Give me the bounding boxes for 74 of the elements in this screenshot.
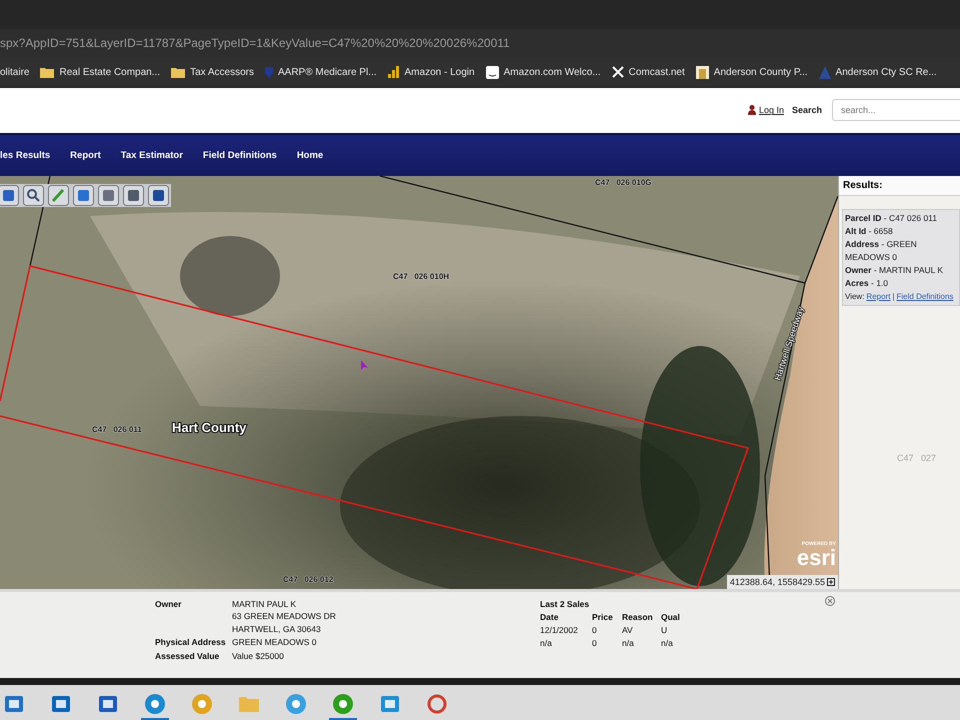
table-cell-text: n/a — [540, 636, 553, 650]
folder-icon — [40, 66, 54, 78]
column-header: Reason — [622, 610, 654, 624]
cursor-icon — [361, 360, 368, 370]
result-field: Alt Id - 6658 — [845, 224, 957, 238]
table-cell-text: AV — [622, 624, 634, 636]
table-cell-text: 12/1/2002 — [540, 624, 579, 636]
field-label: Physical Address — [155, 636, 227, 648]
result-link[interactable]: Field Definitions — [896, 290, 954, 302]
person-icon — [748, 105, 756, 116]
field-value: Value $25000 — [232, 650, 285, 662]
results-title: Results: — [839, 176, 960, 196]
tool-button-icon[interactable] — [23, 184, 44, 206]
view-label: View: — [845, 290, 864, 302]
search-field[interactable]: search... — [832, 99, 960, 122]
close-icon[interactable] — [825, 596, 835, 606]
coordinates-readout: 412388.64, 1558429.55 — [726, 574, 838, 588]
sales-title: Last 2 Sales — [540, 598, 590, 610]
link-separator: | — [892, 290, 895, 302]
parcel-label: C47 026 010G — [595, 178, 652, 186]
tool-button-icon[interactable] — [98, 184, 119, 206]
parcel-label: C47 027 — [897, 452, 936, 462]
folder-icon — [171, 66, 186, 78]
table-cell-text: n/a — [661, 636, 674, 650]
field-label: Owner — [155, 598, 182, 610]
tool-button-icon[interactable] — [48, 184, 69, 206]
result-field: Address - GREEN MEADOWS 0 — [845, 238, 957, 264]
column-header: Qual — [661, 610, 681, 624]
field-value: HARTWELL, GA 30643 — [232, 622, 322, 635]
field-label: Assessed Value — [155, 650, 220, 662]
tool-button-icon[interactable] — [0, 184, 19, 206]
bars-icon — [388, 66, 400, 78]
field-value: GREEN MEADOWS 0 — [232, 636, 318, 648]
rounded-square-icon — [486, 66, 499, 79]
result-field: Parcel ID - C47 026 011 — [845, 212, 957, 224]
bookmark[interactable]: Amazon.com Welco... — [486, 66, 601, 79]
result-field: Owner - MARTIN PAUL K — [845, 264, 957, 276]
bookmark[interactable]: Amazon - Login — [388, 66, 475, 78]
nav-link[interactable]: Home — [296, 150, 324, 161]
table-cell-text: 0 — [592, 636, 598, 650]
table-cell-text: 0 — [592, 624, 598, 636]
nav-link[interactable]: Tax Estimator — [120, 150, 183, 161]
bookmark[interactable]: Real Estate Compan... — [40, 66, 160, 78]
parcel-label: C47 026 011 — [92, 424, 142, 434]
table-cell-text: n/a — [622, 636, 635, 650]
login-link[interactable]: Log In — [748, 105, 784, 116]
parcel-label: C47 026 010H — [393, 272, 450, 280]
plus-icon — [827, 578, 835, 586]
shield-icon — [265, 66, 273, 78]
bookmark[interactable]: olitaire — [0, 66, 30, 78]
column-header: Date — [540, 610, 560, 624]
bookmark[interactable]: Anderson Cty SC Re... — [818, 66, 937, 79]
triangle-icon — [818, 66, 831, 79]
tool-button-icon[interactable] — [73, 184, 94, 206]
nav-link[interactable]: Field Definitions — [202, 150, 277, 161]
table-cell-text: U — [661, 624, 668, 636]
result-link[interactable]: Report — [866, 290, 890, 302]
county-label: Hart County — [172, 420, 246, 434]
bookmark[interactable]: Tax Accessors — [171, 66, 254, 78]
column-header: Price — [592, 610, 614, 624]
nav-link[interactable]: les Results — [0, 150, 50, 161]
x-icon — [612, 66, 624, 78]
result-field: Acres - 1.0 — [845, 276, 957, 290]
bookmark[interactable]: AARP® Medicare Pl... — [265, 66, 377, 78]
tool-button-icon[interactable] — [148, 184, 169, 206]
building-icon — [696, 66, 709, 79]
bookmark[interactable]: Anderson County P... — [696, 66, 808, 79]
nav-link[interactable]: Report — [70, 150, 101, 161]
tool-button-icon[interactable] — [123, 184, 144, 206]
field-value: MARTIN PAUL K — [232, 598, 298, 610]
search-label: Search — [792, 105, 822, 116]
parcel-label: C47 026 012 — [283, 574, 334, 584]
field-value: 63 GREEN MEADOWS DR — [232, 610, 337, 622]
bookmark[interactable]: Comcast.net — [612, 66, 685, 78]
